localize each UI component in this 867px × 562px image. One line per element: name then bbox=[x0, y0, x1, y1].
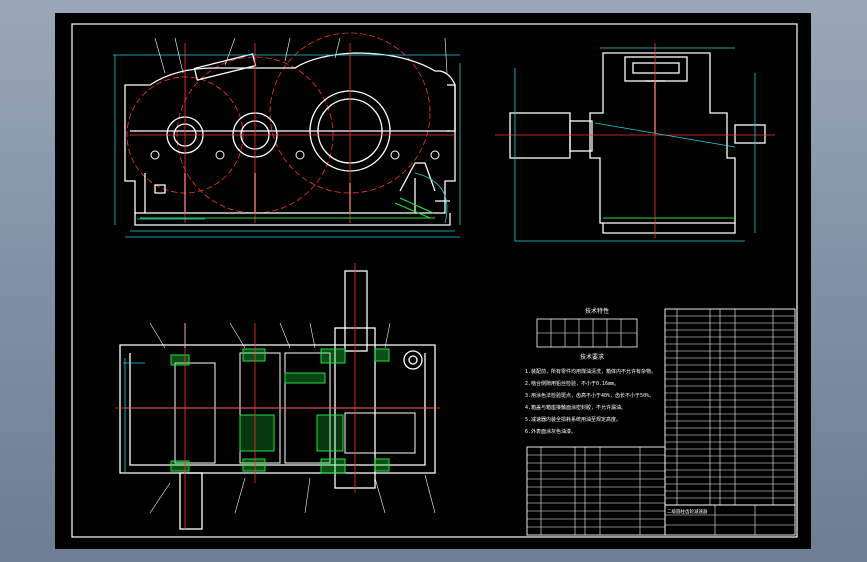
tech-req-line-6: 6.外表面涂灰色油漆。 bbox=[525, 428, 576, 435]
cad-drawing: 技术特性 技术要求 1.装配前，所有零件均用煤油清洗，箱体内不允许有杂物。 2.… bbox=[71, 23, 798, 538]
tech-req-line-2: 2.啮合侧隙用铅丝检验，不小于0.16mm。 bbox=[525, 380, 619, 387]
parts-list-upper bbox=[664, 308, 796, 506]
tech-req-line-5: 5.减速器内装全损耗系统用油至规定高度。 bbox=[525, 416, 621, 423]
title-block: 二级圆柱齿轮减速器 bbox=[664, 504, 796, 536]
front-view bbox=[113, 32, 461, 238]
tech-characteristics-table: 技术特性 bbox=[536, 307, 638, 348]
title-block-name: 二级圆柱齿轮减速器 bbox=[667, 508, 708, 515]
parts-list-lower bbox=[526, 446, 666, 536]
tech-req-line-4: 4.箱盖与箱座接触面涂密封胶，不允许漏油。 bbox=[525, 404, 626, 411]
tech-req-line-1: 1.装配前，所有零件均用煤油清洗，箱体内不允许有杂物。 bbox=[525, 368, 656, 375]
drawing-canvas[interactable]: 技术特性 技术要求 1.装配前，所有零件均用煤油清洗，箱体内不允许有杂物。 2.… bbox=[55, 13, 811, 549]
technical-requirements: 技术要求 1.装配前，所有零件均用煤油清洗，箱体内不允许有杂物。 2.啮合侧隙用… bbox=[525, 353, 656, 435]
plan-view bbox=[115, 263, 440, 530]
tech-reqs-title: 技术要求 bbox=[580, 353, 604, 361]
tech-req-line-3: 3.用涂色法检验斑点，齿高不小于40%，齿长不小于50%。 bbox=[525, 392, 654, 399]
cad-viewport[interactable]: 技术特性 技术要求 1.装配前，所有零件均用煤油清洗，箱体内不允许有杂物。 2.… bbox=[0, 0, 867, 562]
tech-chars-title: 技术特性 bbox=[585, 307, 609, 315]
side-view bbox=[495, 43, 775, 242]
